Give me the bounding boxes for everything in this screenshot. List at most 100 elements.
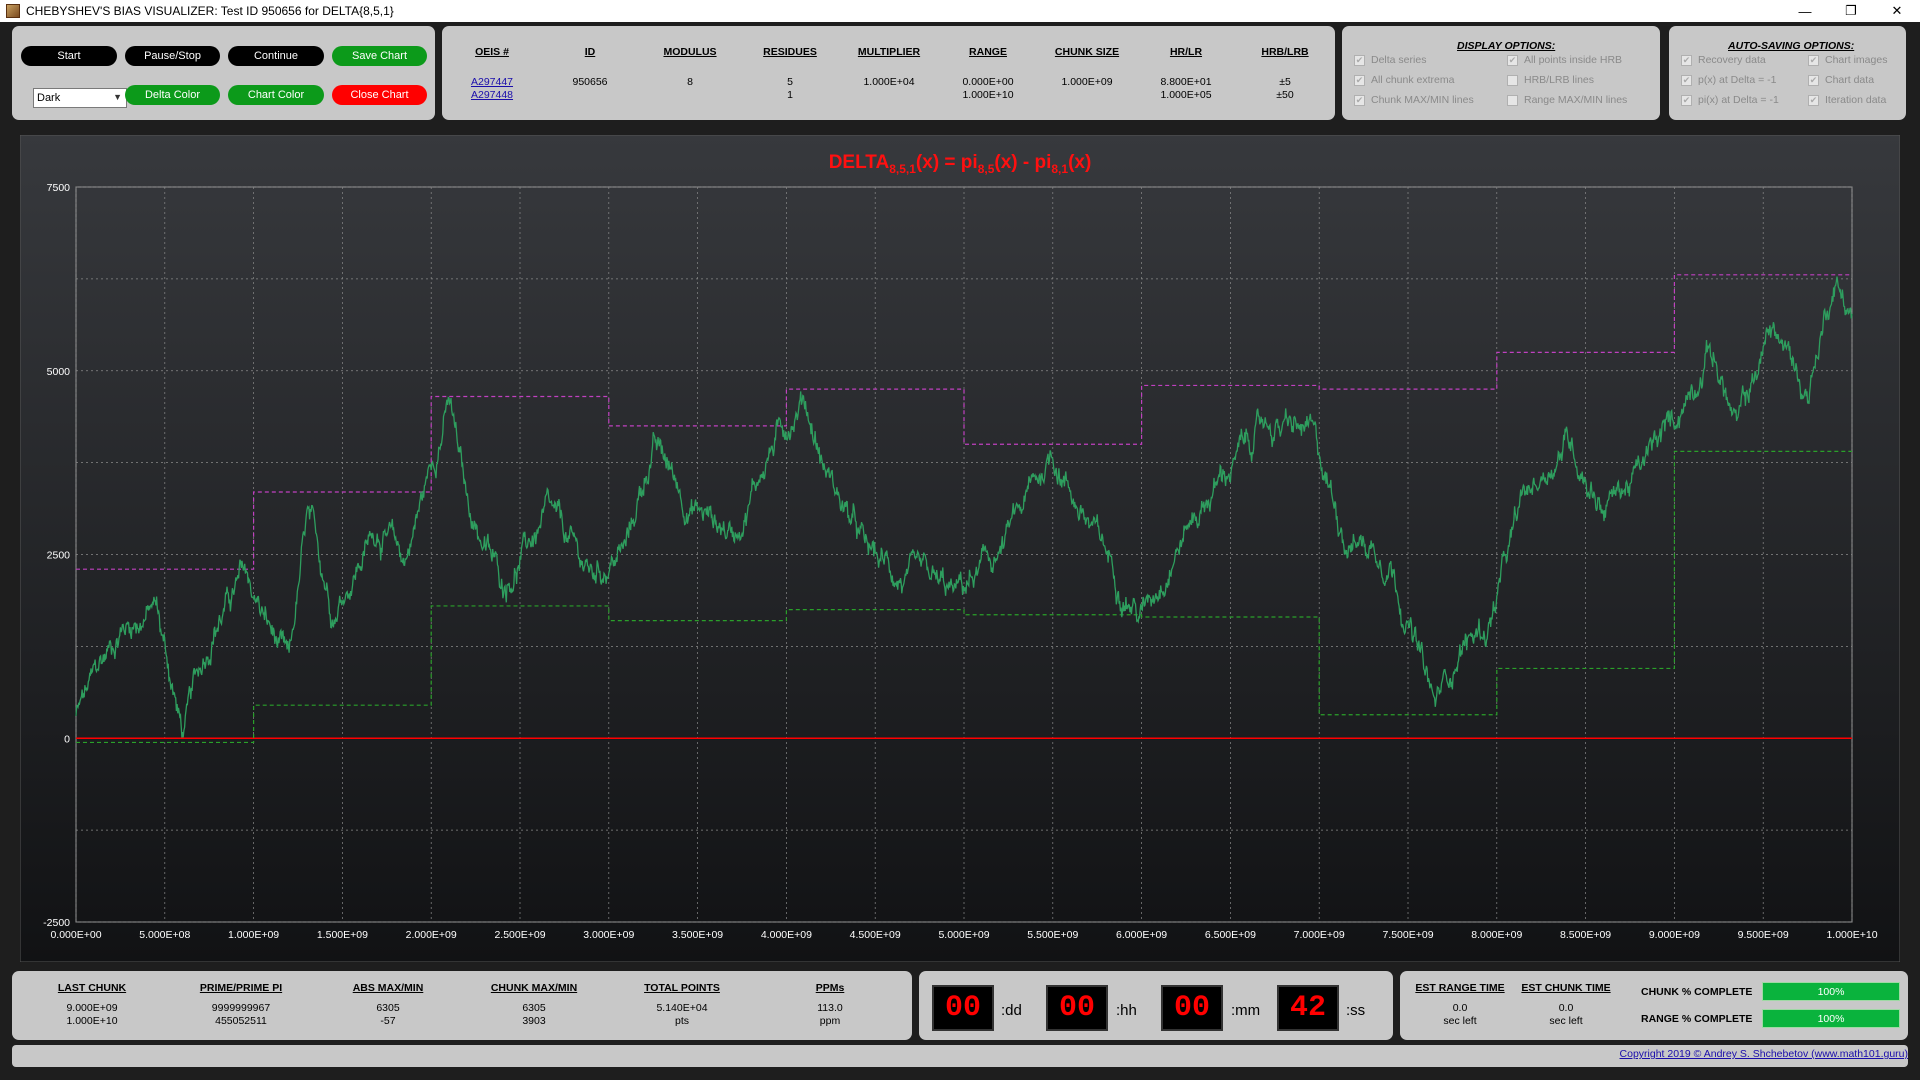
x-tick-label: 9.500E+09 xyxy=(1738,929,1789,941)
display-options-checkbox-2[interactable]: ✔ Chunk MAX/MIN lines xyxy=(1354,94,1474,106)
checkbox-label: p(x) at Delta = -1 xyxy=(1698,74,1777,86)
ppms-value: 113.0 ppm xyxy=(817,1002,843,1028)
display-options-checkbox-3[interactable]: ✔ All points inside HRB xyxy=(1507,54,1622,66)
info-header-7: HR/LR xyxy=(1169,46,1203,58)
copyright-link[interactable]: Copyright 2019 © Andrey S. Shchebetov (w… xyxy=(1620,1048,1908,1060)
theme-select[interactable]: Dark ▼ xyxy=(33,88,127,108)
checkbox-icon: ✔ xyxy=(1681,94,1692,106)
est-chunk-seconds: 0.0 xyxy=(1558,1002,1574,1014)
autosave-options-checkbox-0[interactable]: ✔ Recovery data xyxy=(1681,54,1766,66)
checkbox-label: All chunk extrema xyxy=(1371,74,1455,86)
save-chart-button[interactable]: Save Chart xyxy=(332,46,427,66)
hrb-value: ±5 xyxy=(1279,76,1291,88)
residue-1: 5 xyxy=(787,76,793,88)
timer-seconds-unit: :ss xyxy=(1346,1002,1366,1019)
test-id-value: 950656 xyxy=(572,76,608,88)
timer-days: 00 xyxy=(932,985,994,1031)
continue-button[interactable]: Continue xyxy=(228,46,324,66)
chunk-max: 6305 xyxy=(522,1002,546,1014)
stats-header-3: CHUNK MAX/MIN xyxy=(490,982,578,994)
y-tick-label: 7500 xyxy=(47,182,71,194)
autosave-options-title: AUTO-SAVING OPTIONS: xyxy=(1728,40,1855,52)
abs-max: 6305 xyxy=(376,1002,400,1014)
checkbox-label: All points inside HRB xyxy=(1524,54,1623,66)
autosave-options-checkbox-1[interactable]: ✔ p(x) at Delta = -1 xyxy=(1681,74,1777,86)
pause-stop-button[interactable]: Pause/Stop xyxy=(125,46,220,66)
chunk-max-min-value: 6305 3903 xyxy=(522,1002,545,1028)
display-options-checkbox-0[interactable]: ✔ Delta series xyxy=(1354,54,1426,66)
chevron-down-icon: ▼ xyxy=(113,92,122,102)
autosave-options-checkbox-4[interactable]: ✔ Chart data xyxy=(1808,74,1874,86)
restore-icon[interactable]: ❐ xyxy=(1828,0,1874,22)
timer-hours-unit: :hh xyxy=(1116,1002,1137,1019)
checkbox-label: Chart images xyxy=(1825,54,1888,66)
control-panel: Start Pause/Stop Continue Save Chart Dar… xyxy=(12,26,435,120)
chart-color-button[interactable]: Chart Color xyxy=(228,85,324,105)
timer-minutes-unit: :mm xyxy=(1231,1002,1261,1019)
hr-value: 8.800E+01 xyxy=(1160,76,1212,88)
oeis-link-2[interactable]: A297448 xyxy=(471,89,513,101)
prime-pi: 455052511 xyxy=(215,1015,267,1027)
x-tick-label: 5.000E+09 xyxy=(938,929,989,941)
residue-2: 1 xyxy=(787,89,793,101)
abs-max-min-value: 6305 -57 xyxy=(376,1002,399,1028)
display-options-checkbox-5[interactable]: Range MAX/MIN lines xyxy=(1507,94,1627,106)
est-chunk-unit: sec left xyxy=(1549,1015,1583,1027)
chunk-size-value: 1.000E+09 xyxy=(1061,76,1113,88)
checkbox-label: Range MAX/MIN lines xyxy=(1524,94,1628,106)
est-range-time-value: 0.0 sec left xyxy=(1443,1002,1476,1028)
x-axis-ticks: 0.000E+00 5.000E+08 1.000E+09 1.500E+09 2.00… xyxy=(50,929,1877,941)
close-chart-button[interactable]: Close Chart xyxy=(332,85,427,105)
oeis-link-1[interactable]: A297447 xyxy=(471,76,513,88)
timer-seconds: 42 xyxy=(1277,985,1339,1031)
window-title: CHEBYSHEV'S BIAS VISUALIZER: Test ID 950… xyxy=(26,4,394,18)
range-complete-label: RANGE % COMPLETE xyxy=(1641,1013,1753,1025)
modulus-value: 8 xyxy=(687,76,693,88)
y-tick-label: -2500 xyxy=(43,917,70,929)
x-tick-label: 2.000E+09 xyxy=(406,929,457,941)
checkbox-label: Delta series xyxy=(1371,54,1427,66)
display-options-checkbox-1[interactable]: ✔ All chunk extrema xyxy=(1354,74,1454,86)
delta-color-button[interactable]: Delta Color xyxy=(125,85,220,105)
start-button[interactable]: Start xyxy=(21,46,117,66)
info-header-2: MODULUS xyxy=(663,46,717,58)
x-tick-label: 5.500E+09 xyxy=(1027,929,1078,941)
x-tick-label: 4.000E+09 xyxy=(761,929,812,941)
checkbox-icon xyxy=(1507,94,1518,106)
lrb-value: ±50 xyxy=(1276,89,1294,101)
hrb-lrb-value: ±5 ±50 xyxy=(1276,76,1293,102)
est-chunk-time-value: 0.0 sec left xyxy=(1549,1002,1582,1028)
x-tick-label: 1.000E+09 xyxy=(228,929,279,941)
chunk-min: 3903 xyxy=(522,1015,546,1027)
last-chunk-start: 9.000E+09 xyxy=(66,1002,118,1014)
autosave-options-checkbox-2[interactable]: ✔ pi(x) at Delta = -1 xyxy=(1681,94,1779,106)
info-header-3: RESIDUES xyxy=(763,46,817,58)
x-tick-label: 6.500E+09 xyxy=(1205,929,1256,941)
x-tick-label: 3.000E+09 xyxy=(583,929,634,941)
checkbox-icon: ✔ xyxy=(1354,74,1365,86)
total-points-unit: pts xyxy=(674,1015,689,1027)
close-icon[interactable]: ✕ xyxy=(1874,0,1920,22)
chart-background xyxy=(20,135,1900,962)
display-options-checkbox-4[interactable]: HRB/LRB lines xyxy=(1507,74,1594,86)
x-tick-label: 1.500E+09 xyxy=(317,929,368,941)
minimize-icon[interactable]: — xyxy=(1782,0,1828,22)
abs-min: -57 xyxy=(380,1015,396,1027)
info-header-4: MULTIPLIER xyxy=(857,46,921,58)
autosave-options-checkbox-3[interactable]: ✔ Chart images xyxy=(1808,54,1887,66)
title-bar: CHEBYSHEV'S BIAS VISUALIZER: Test ID 950… xyxy=(0,0,1920,22)
checkbox-label: Iteration data xyxy=(1825,94,1887,106)
autosave-options-checkbox-5[interactable]: ✔ Iteration data xyxy=(1808,94,1886,106)
timer-minutes: 00 xyxy=(1161,985,1223,1031)
checkbox-icon: ✔ xyxy=(1808,94,1819,106)
x-tick-label: 9.000E+09 xyxy=(1649,929,1700,941)
checkbox-label: pi(x) at Delta = -1 xyxy=(1698,94,1779,106)
x-tick-label: 2.500E+09 xyxy=(494,929,545,941)
total-points-value: 5.140E+04 pts xyxy=(656,1002,707,1028)
hr-lr-value: 8.800E+01 1.000E+05 xyxy=(1160,76,1211,102)
x-tick-label: 8.000E+09 xyxy=(1471,929,1522,941)
y-tick-label: 2500 xyxy=(47,550,71,562)
checkbox-label: Recovery data xyxy=(1698,54,1766,66)
chunk-progress-bar: 100% xyxy=(1762,982,1900,1001)
est-range-time-label: EST RANGE TIME xyxy=(1415,982,1505,994)
